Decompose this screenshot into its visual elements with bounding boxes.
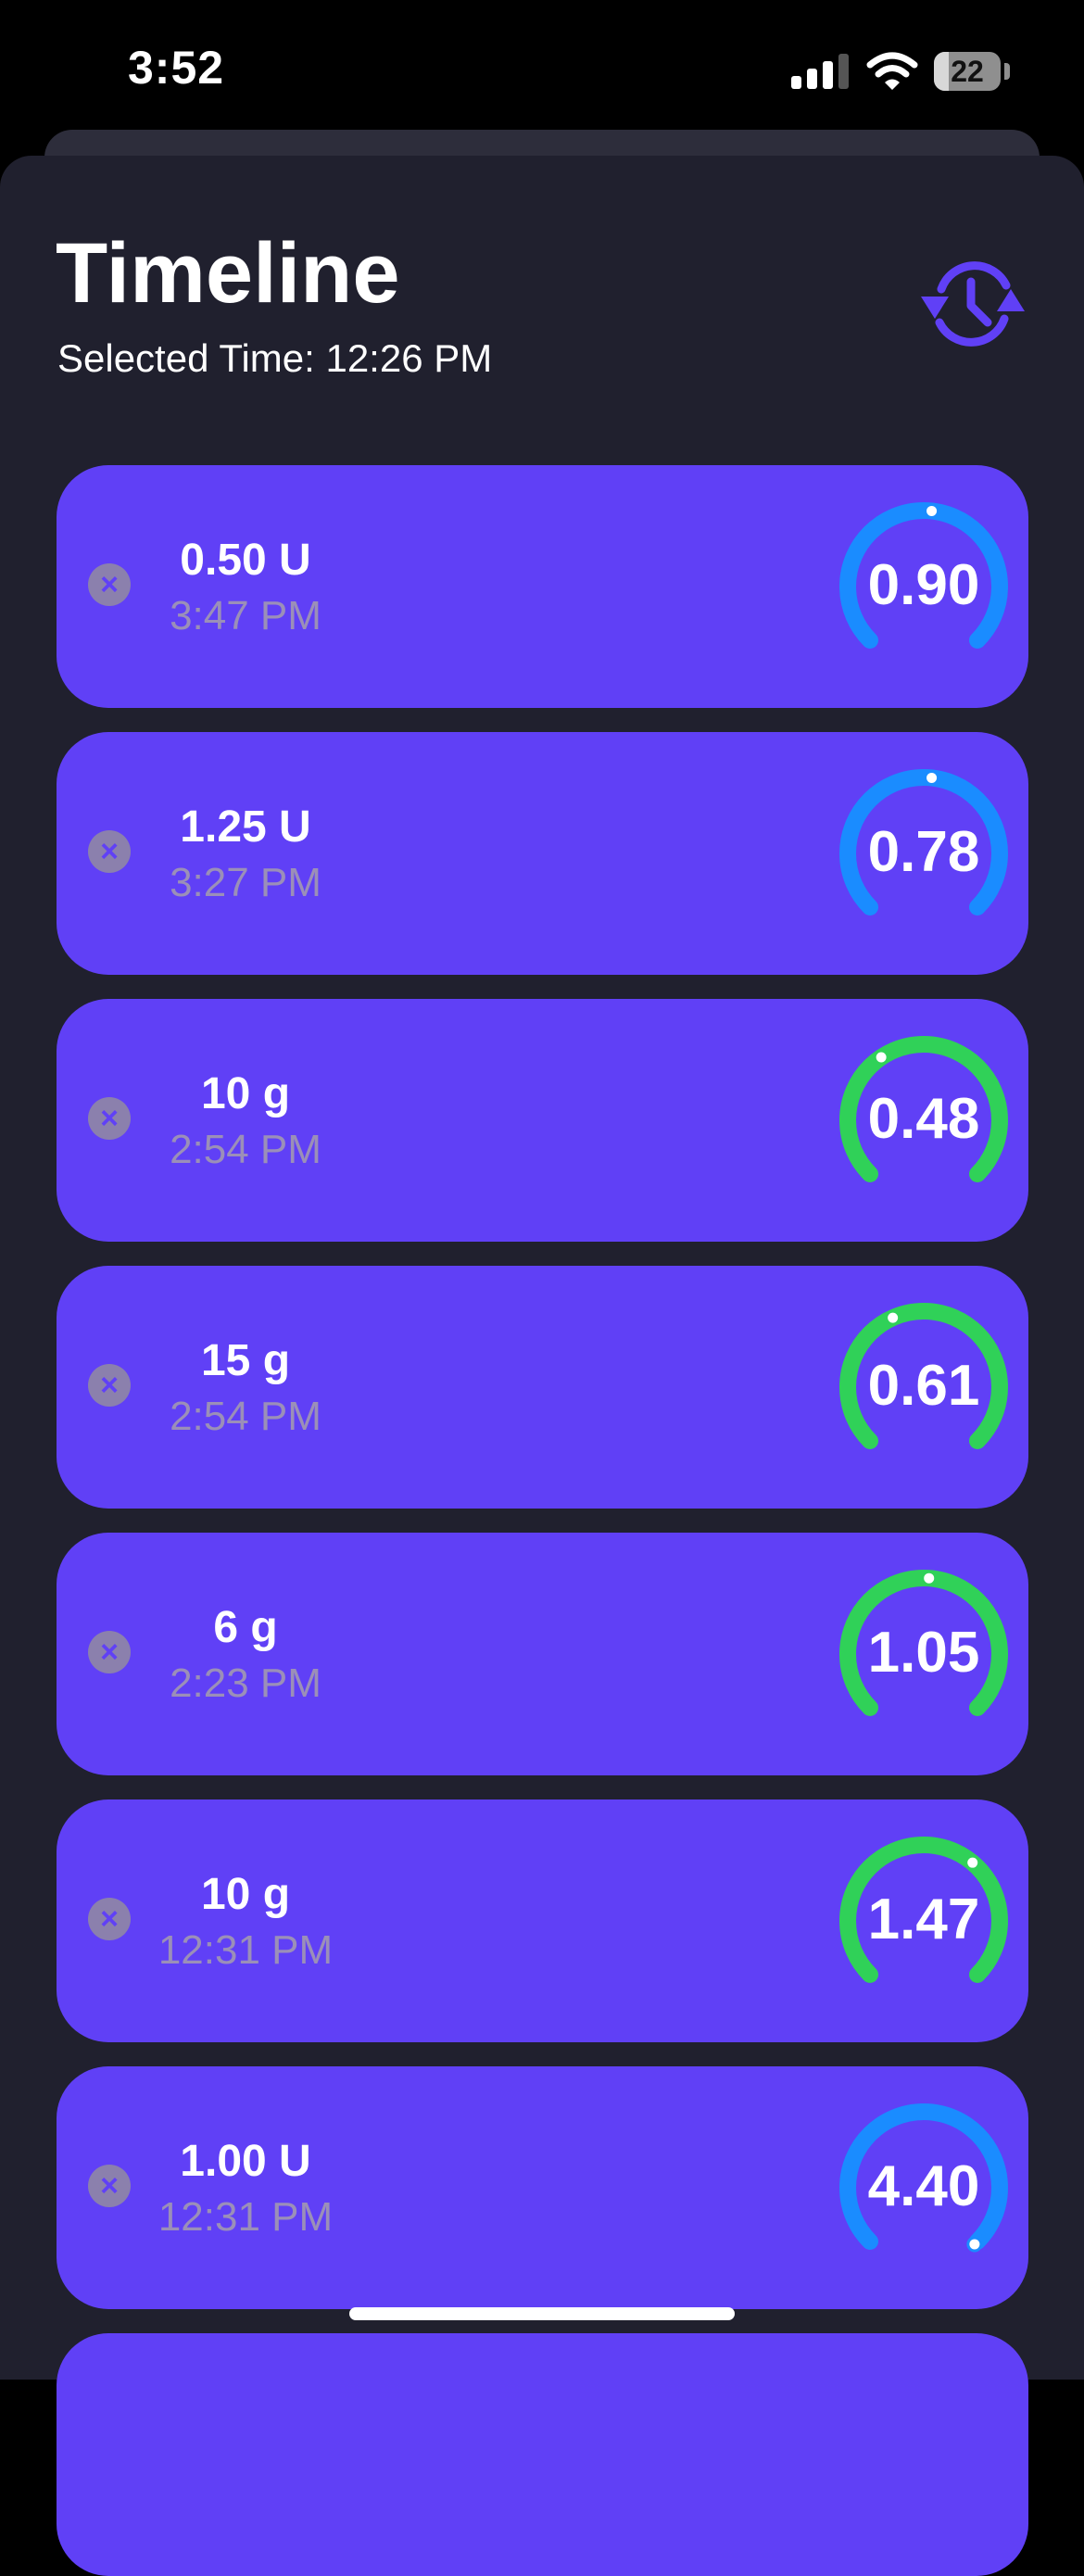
- entry-amount: 6 g: [213, 1603, 278, 1652]
- delete-entry-button[interactable]: ×: [88, 1097, 131, 1140]
- entry-time: 3:27 PM: [170, 860, 321, 905]
- gauge-value: 0.78: [867, 820, 980, 884]
- gauge-marker: [964, 1854, 981, 1871]
- cellular-signal-icon: [791, 52, 849, 89]
- entry-time: 3:47 PM: [170, 593, 321, 638]
- delete-entry-button[interactable]: ×: [88, 830, 131, 873]
- gauge-marker: [921, 1570, 938, 1586]
- selected-time-label: Selected Time: 12:26 PM: [57, 336, 493, 380]
- status-bar: 3:52 22: [0, 0, 1084, 139]
- gauge-marker: [966, 2236, 983, 2253]
- timeline-card[interactable]: × 1.00 U 12:31 PM 4.40: [57, 2066, 1028, 2309]
- home-indicator: [349, 2307, 735, 2320]
- entry-amount: 10 g: [200, 1870, 291, 1919]
- entry-amount: 1.00 U: [180, 2137, 311, 2186]
- delete-entry-button[interactable]: ×: [88, 1631, 131, 1673]
- gauge-value: 1.47: [867, 1888, 980, 1951]
- wifi-icon: [866, 52, 918, 90]
- delete-entry-button[interactable]: ×: [88, 1898, 131, 1940]
- gauge-value: 0.48: [867, 1087, 980, 1151]
- timeline-card[interactable]: × 15 g 2:54 PM 0.61: [57, 1266, 1028, 1509]
- timeline-card[interactable]: × 0.50 U 3:47 PM 0.90: [57, 465, 1028, 708]
- entry-time: 2:54 PM: [170, 1127, 321, 1172]
- entry-time: 2:54 PM: [170, 1394, 321, 1439]
- battery-percentage: 22: [951, 55, 984, 88]
- timeline-card[interactable]: × 1.25 U 3:27 PM 0.78: [57, 732, 1028, 975]
- battery-icon: 22: [934, 52, 1001, 91]
- page-title: Timeline: [56, 226, 400, 321]
- gauge-value: 0.90: [867, 553, 980, 617]
- gauge-marker: [873, 1049, 889, 1066]
- entry-amount: 10 g: [200, 1069, 291, 1118]
- timeline-card[interactable]: × 10 g 12:31 PM 1.47: [57, 1799, 1028, 2042]
- timeline-card[interactable]: × 6 g 2:23 PM 1.05: [57, 1533, 1028, 1775]
- history-button[interactable]: [914, 245, 1032, 363]
- entry-amount: 15 g: [200, 1336, 291, 1385]
- gauge-value: 1.05: [867, 1621, 980, 1685]
- battery-nub: [1004, 63, 1010, 80]
- timeline-card[interactable]: × 10 g 2:54 PM 0.48: [57, 999, 1028, 1242]
- gauge-marker: [885, 1309, 901, 1326]
- entry-time: 12:31 PM: [158, 1927, 334, 1973]
- delete-entry-button[interactable]: ×: [88, 2165, 131, 2207]
- delete-entry-button[interactable]: ×: [88, 563, 131, 606]
- entry-time: 2:23 PM: [170, 1661, 321, 1706]
- clock-rotate-icon: [921, 261, 1025, 347]
- status-time: 3:52: [128, 42, 225, 94]
- timeline-card[interactable]: [57, 2333, 1028, 2576]
- gauge-value: 0.61: [867, 1354, 980, 1418]
- gauge-marker: [924, 769, 940, 786]
- gauge-marker: [924, 502, 940, 519]
- gauge-value: 4.40: [867, 2154, 980, 2218]
- entry-amount: 0.50 U: [180, 536, 311, 585]
- delete-entry-button[interactable]: ×: [88, 1364, 131, 1407]
- entry-amount: 1.25 U: [180, 802, 311, 852]
- entry-time: 12:31 PM: [158, 2194, 334, 2240]
